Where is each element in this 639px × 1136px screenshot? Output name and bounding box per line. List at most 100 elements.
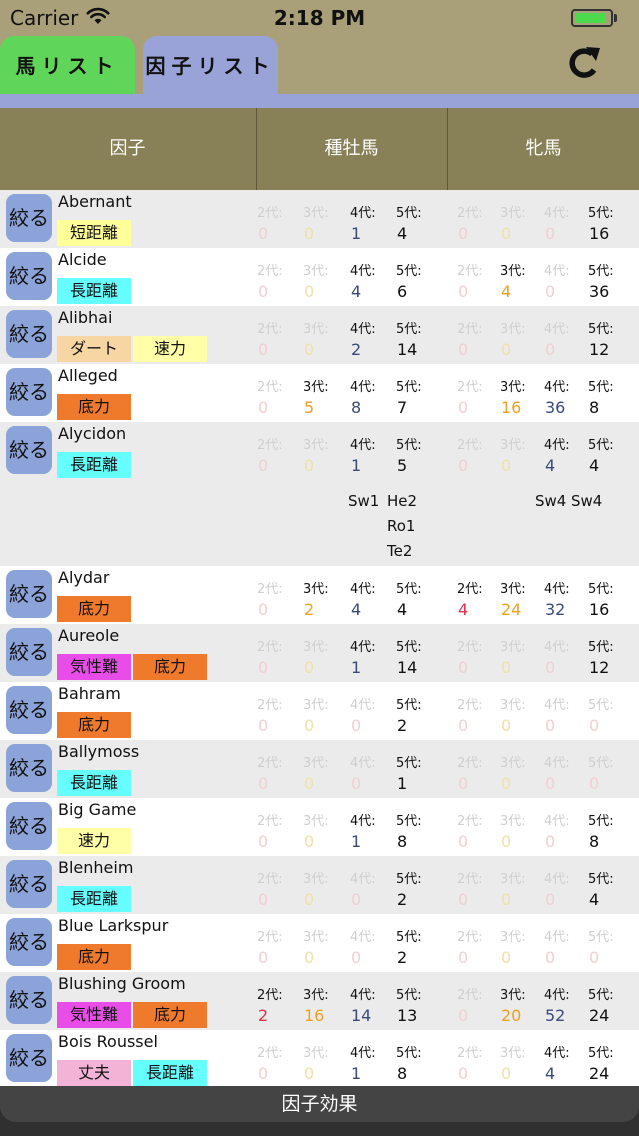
dam-gen-value: 0	[589, 716, 600, 735]
table-row: 絞る Blushing Groom 気性難 底力 2代: 2 3代: 16 4代: 14 5代: 13…	[0, 972, 639, 1030]
filter-button[interactable]: 絞る	[6, 860, 52, 908]
sire-gen-label: 3代:	[303, 380, 329, 395]
factor-tag: 底力	[57, 944, 131, 970]
dam-gen-value: 0	[545, 832, 556, 851]
sire-gen-label: 3代:	[303, 206, 329, 221]
filter-button[interactable]: 絞る	[6, 194, 52, 242]
filter-button[interactable]: 絞る	[6, 686, 52, 734]
tab-factor-list[interactable]: 因子リスト	[143, 36, 278, 94]
sire-gen-value: 0	[351, 774, 362, 793]
refresh-icon[interactable]	[564, 44, 604, 84]
dam-gen-value: 0	[501, 890, 512, 909]
filter-button[interactable]: 絞る	[6, 918, 52, 966]
sire-gen-label: 3代:	[303, 322, 329, 337]
dam-gen-value: 0	[458, 282, 469, 301]
sire-gen-label: 3代:	[303, 1046, 329, 1061]
dam-gen-label: 3代:	[500, 640, 526, 655]
sire-gen-value: 5	[304, 398, 315, 417]
filter-button[interactable]: 絞る	[6, 252, 52, 300]
dam-gen-label: 2代:	[457, 322, 483, 337]
sire-gen-value: 1	[351, 832, 362, 851]
factor-tag: 短距離	[57, 220, 131, 246]
dam-gen-label: 5代:	[588, 380, 614, 395]
dam-gen-value: 20	[501, 1006, 522, 1025]
filter-button[interactable]: 絞る	[6, 802, 52, 850]
dam-gen-value: 16	[589, 600, 610, 619]
sire-gen-value: 0	[258, 716, 269, 735]
filter-button[interactable]: 絞る	[6, 570, 52, 618]
bottom-bar: 因子効果	[0, 1086, 639, 1136]
dam-gen-label: 5代:	[588, 322, 614, 337]
sire-gen-label: 5代:	[396, 872, 422, 887]
dam-gen-label: 5代:	[588, 206, 614, 221]
sire-gen-label: 2代:	[257, 698, 283, 713]
horse-name: Blenheim	[58, 858, 134, 877]
table-row: 絞る Blue Larkspur 底力 2代: 0 3代: 0 4代: 0 5代: 2 2代: 0 3代:…	[0, 914, 639, 972]
dam-gen-label: 3代:	[500, 988, 526, 1003]
dam-gen-label: 3代:	[500, 206, 526, 221]
filter-button[interactable]: 絞る	[6, 1034, 52, 1082]
dam-gen-label: 2代:	[457, 380, 483, 395]
dam-gen-value: 0	[589, 948, 600, 967]
sire-gen-value: 0	[258, 340, 269, 359]
table-row: 絞る Alydar 底力 2代: 0 3代: 2 4代: 4 5代: 4 2代: 4 3代: 24 4代: 32…	[0, 566, 639, 624]
tab-horse-list[interactable]: 馬リスト	[0, 36, 135, 94]
dam-gen-value: 0	[545, 716, 556, 735]
horse-name: Alibhai	[58, 308, 113, 327]
dam-gen-value: 0	[501, 948, 512, 967]
header-factor: 因子	[109, 138, 146, 159]
dam-gen-value: 0	[501, 658, 512, 677]
sire-gen-label: 3代:	[303, 814, 329, 829]
dam-gen-value: 24	[589, 1006, 610, 1025]
sire-gen-value: 5	[397, 456, 408, 475]
filter-button[interactable]: 絞る	[6, 368, 52, 416]
sire-gen-label: 4代:	[350, 206, 376, 221]
sire-gen-label: 5代:	[396, 206, 422, 221]
factor-tag: 長距離	[133, 1060, 207, 1086]
sire-gen-value: 0	[351, 890, 362, 909]
dam-gen-value: 0	[545, 340, 556, 359]
sire-gen-value: 2	[351, 340, 362, 359]
sire-gen-label: 2代:	[257, 814, 283, 829]
sire-gen-label: 5代:	[396, 930, 422, 945]
sire-gen-value: 8	[397, 1064, 408, 1083]
filter-button[interactable]: 絞る	[6, 426, 52, 474]
dam-gen-value: 0	[458, 398, 469, 417]
sire-gen-label: 5代:	[396, 814, 422, 829]
sub-factor-label: Sw4	[535, 492, 567, 510]
dam-gen-label: 2代:	[457, 988, 483, 1003]
factor-tag: 底力	[57, 596, 131, 622]
filter-button[interactable]: 絞る	[6, 744, 52, 792]
dam-gen-value: 4	[589, 890, 600, 909]
filter-button[interactable]: 絞る	[6, 976, 52, 1024]
sire-gen-label: 3代:	[303, 988, 329, 1003]
sire-gen-value: 2	[397, 890, 408, 909]
sire-gen-label: 5代:	[396, 264, 422, 279]
sire-gen-value: 0	[304, 774, 315, 793]
filter-button[interactable]: 絞る	[6, 628, 52, 676]
dam-gen-label: 3代:	[500, 438, 526, 453]
dam-gen-label: 3代:	[500, 872, 526, 887]
dam-gen-value: 0	[458, 1064, 469, 1083]
sire-gen-label: 4代:	[350, 380, 376, 395]
filter-button[interactable]: 絞る	[6, 310, 52, 358]
dam-gen-value: 0	[501, 340, 512, 359]
sire-gen-label: 4代:	[350, 1046, 376, 1061]
sire-gen-label: 2代:	[257, 756, 283, 771]
dam-gen-label: 3代:	[500, 322, 526, 337]
dam-gen-value: 4	[458, 600, 469, 619]
factor-tag: 丈夫	[57, 1060, 131, 1086]
factor-tag: 長距離	[57, 770, 131, 796]
sire-gen-value: 0	[304, 890, 315, 909]
sub-factor-label: Sw4	[571, 492, 603, 510]
dam-gen-value: 0	[458, 456, 469, 475]
dam-gen-label: 3代:	[500, 264, 526, 279]
sire-gen-value: 6	[397, 282, 408, 301]
factor-effect-button[interactable]: 因子効果	[0, 1086, 639, 1122]
sire-gen-label: 2代:	[257, 930, 283, 945]
sire-gen-label: 4代:	[350, 814, 376, 829]
horse-name: Alycidon	[58, 424, 127, 443]
dam-gen-label: 5代:	[588, 438, 614, 453]
dam-gen-label: 2代:	[457, 640, 483, 655]
sire-gen-label: 2代:	[257, 872, 283, 887]
